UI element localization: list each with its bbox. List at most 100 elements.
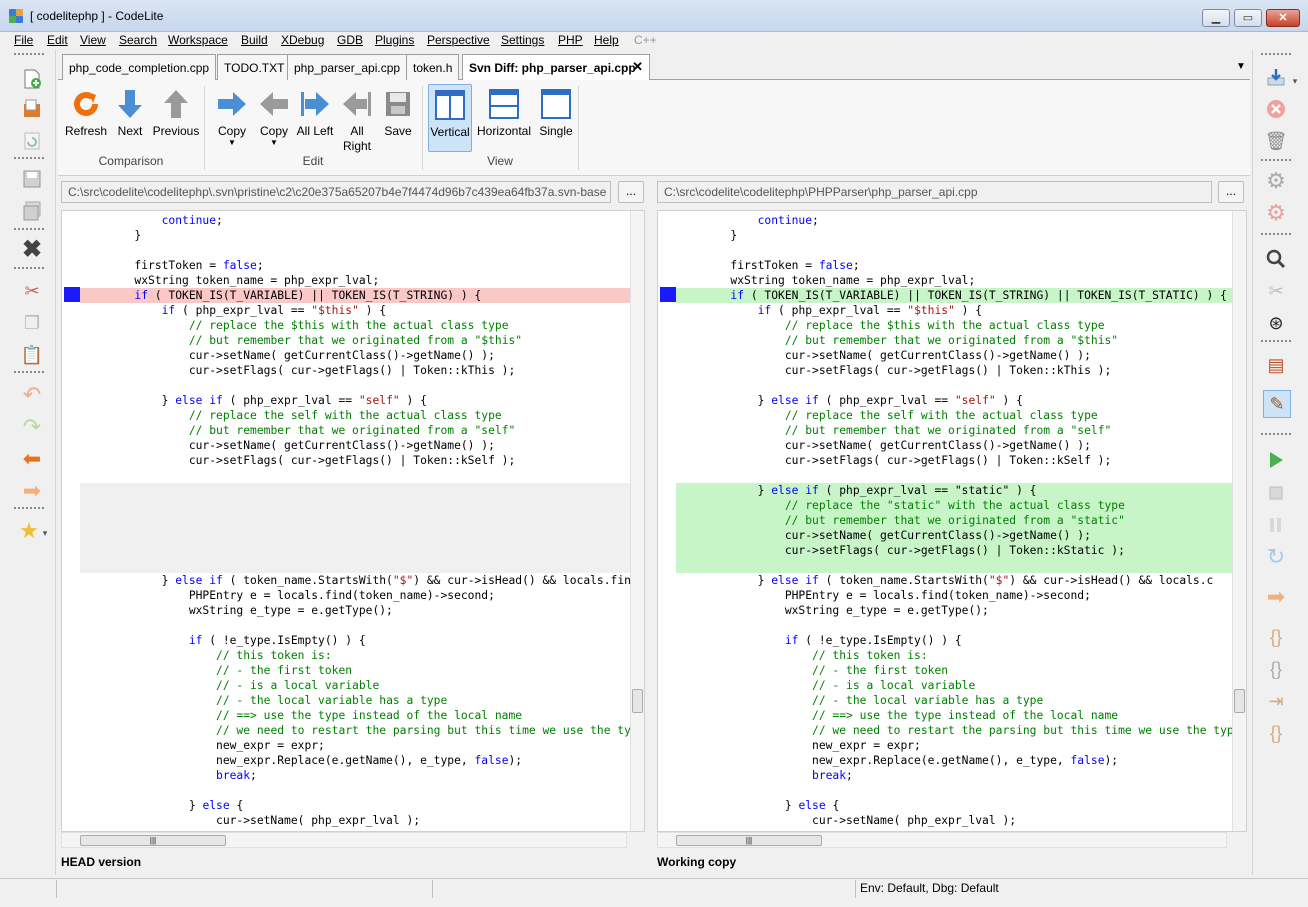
- copy-all-left-button[interactable]: All Left: [294, 84, 336, 138]
- menu-settings[interactable]: Settings: [501, 32, 544, 50]
- menu-gdb[interactable]: GDB: [337, 32, 363, 50]
- scroll-thumb[interactable]: |||: [80, 835, 226, 846]
- toolbar-grip: [14, 371, 44, 373]
- menu-perspective[interactable]: Perspective: [427, 32, 490, 50]
- left-browse-button[interactable]: ...: [618, 181, 644, 203]
- step-into-icon[interactable]: {}: [1263, 624, 1289, 650]
- back-icon[interactable]: ⬅: [19, 446, 45, 472]
- menu-file[interactable]: File: [14, 32, 33, 50]
- menu-plugins[interactable]: Plugins: [375, 32, 414, 50]
- view-single-button[interactable]: Single: [536, 84, 576, 138]
- tab-svn-diff[interactable]: Svn Diff: php_parser_api.cpp ✕: [462, 54, 650, 81]
- editor-tabs: php_code_completion.cpp TODO.TXT php_par…: [58, 52, 1250, 81]
- refresh-label: Refresh: [64, 124, 108, 138]
- tab-todo[interactable]: TODO.TXT: [217, 54, 292, 80]
- view-horizontal-button[interactable]: Horizontal: [474, 84, 534, 138]
- clean-icon[interactable]: 🗑: [1263, 128, 1289, 154]
- menu-edit[interactable]: Edit: [47, 32, 68, 50]
- close-file-icon[interactable]: ✖: [19, 237, 45, 263]
- save-icon: [386, 92, 410, 116]
- right-diff-editor[interactable]: continue; } firstToken = false; wxString…: [657, 210, 1247, 832]
- show-cursor-icon[interactable]: {}: [1263, 720, 1289, 746]
- download-dropdown-icon[interactable]: ▾: [1289, 68, 1301, 94]
- copy-icon[interactable]: ❐: [19, 310, 45, 336]
- tab-token-h[interactable]: token.h: [406, 54, 460, 80]
- step-out-icon[interactable]: ⇥: [1263, 688, 1289, 714]
- right-browse-button[interactable]: ...: [1218, 181, 1244, 203]
- debug-restart-icon[interactable]: ↻: [1263, 544, 1289, 570]
- open-file-icon[interactable]: [19, 96, 45, 122]
- close-window-button[interactable]: ✕: [1266, 9, 1300, 27]
- find-in-files-icon[interactable]: ▤: [1263, 352, 1289, 378]
- refresh-button[interactable]: Refresh: [64, 84, 108, 138]
- refresh-icon: [74, 92, 98, 116]
- stop-build-icon[interactable]: [1263, 96, 1289, 122]
- debug-stop-icon[interactable]: [1263, 480, 1289, 506]
- menu-build[interactable]: Build: [241, 32, 268, 50]
- menu-cpp[interactable]: C++: [634, 32, 657, 50]
- tab-php-parser-api[interactable]: php_parser_api.cpp: [287, 54, 408, 80]
- left-vertical-scrollbar[interactable]: [630, 211, 644, 831]
- toolbar-grip: [1261, 53, 1291, 55]
- save-button[interactable]: Save: [380, 84, 416, 138]
- reload-file-icon[interactable]: [19, 128, 45, 154]
- right-vertical-scrollbar[interactable]: [1232, 211, 1246, 831]
- arrow-right-icon: [218, 92, 246, 116]
- menu-search[interactable]: Search: [119, 32, 157, 50]
- find-replace-icon[interactable]: ✂: [1263, 278, 1289, 304]
- status-bar: [0, 878, 1308, 900]
- right-code[interactable]: continue; } firstToken = false; wxString…: [676, 213, 1232, 828]
- scroll-thumb[interactable]: |||: [676, 835, 822, 846]
- bookmark-dropdown-icon[interactable]: ▾: [38, 520, 52, 546]
- save-icon[interactable]: [19, 166, 45, 192]
- find-icon[interactable]: [1263, 246, 1289, 272]
- status-divider: [432, 880, 433, 898]
- new-file-icon[interactable]: [19, 66, 45, 92]
- redo-icon[interactable]: ↷: [19, 414, 45, 440]
- tab-php-code-completion[interactable]: php_code_completion.cpp: [62, 54, 217, 80]
- next-button[interactable]: Next: [112, 84, 148, 138]
- cut-icon[interactable]: ✂: [19, 278, 45, 304]
- debug-continue-icon[interactable]: ➡: [1263, 584, 1289, 610]
- diff-marker: [64, 287, 80, 302]
- left-diff-editor[interactable]: continue; } firstToken = false; wxString…: [61, 210, 645, 832]
- tab-close-icon[interactable]: ✕: [632, 59, 643, 75]
- next-label: Next: [117, 124, 143, 138]
- step-over-icon[interactable]: {}: [1263, 656, 1289, 682]
- right-toolbar: ▾ 🗑 ⚙ ⚙ ✂ ⊛ ▤ ✎ ↻ ➡ {} {} ⇥ {}: [1252, 50, 1302, 875]
- left-horizontal-scrollbar[interactable]: |||: [61, 832, 627, 848]
- menu-workspace[interactable]: Workspace: [168, 32, 228, 50]
- view-vertical-button[interactable]: Vertical: [428, 84, 472, 152]
- arrow-down-icon: [118, 90, 142, 118]
- previous-button[interactable]: Previous: [152, 84, 200, 138]
- debug-pause-icon[interactable]: [1263, 512, 1289, 538]
- settings-gear-icon[interactable]: ⚙: [1263, 168, 1289, 194]
- right-horizontal-scrollbar[interactable]: |||: [657, 832, 1227, 848]
- binoculars-icon[interactable]: ⊛: [1263, 310, 1289, 336]
- save-all-icon[interactable]: [19, 198, 45, 224]
- right-file-path[interactable]: C:\src\codelite\codelitephp\PHPParser\ph…: [657, 181, 1212, 203]
- left-code[interactable]: continue; } firstToken = false; wxString…: [80, 213, 630, 828]
- all-left-label: All Left: [296, 124, 334, 138]
- highlight-icon[interactable]: ✎: [1263, 390, 1291, 418]
- download-icon[interactable]: [1263, 64, 1289, 90]
- maximize-button[interactable]: ▭: [1234, 9, 1262, 27]
- all-left-icon: [301, 92, 329, 116]
- menu-xdebug[interactable]: XDebug: [281, 32, 324, 50]
- tab-list-dropdown-icon[interactable]: ▼: [1236, 61, 1246, 72]
- scroll-thumb[interactable]: [632, 689, 643, 713]
- minimize-button[interactable]: ▁: [1202, 9, 1230, 27]
- undo-icon[interactable]: ↶: [19, 382, 45, 408]
- menu-php[interactable]: PHP: [558, 32, 583, 50]
- copy-left-button[interactable]: Copy ▼: [254, 84, 294, 147]
- forward-icon[interactable]: ➡: [19, 478, 45, 504]
- copy-right-button[interactable]: Copy ▼: [212, 84, 252, 147]
- paste-icon[interactable]: 📋: [19, 342, 45, 368]
- scroll-thumb[interactable]: [1234, 689, 1245, 713]
- menu-help[interactable]: Help: [594, 32, 619, 50]
- left-file-path[interactable]: C:\src\codelite\codelitephp\.svn\pristin…: [61, 181, 611, 203]
- copy-all-right-button[interactable]: All Right: [338, 84, 376, 154]
- menu-view[interactable]: View: [80, 32, 106, 50]
- debug-start-icon[interactable]: [1263, 447, 1289, 473]
- settings-stop-icon[interactable]: ⚙: [1263, 200, 1289, 226]
